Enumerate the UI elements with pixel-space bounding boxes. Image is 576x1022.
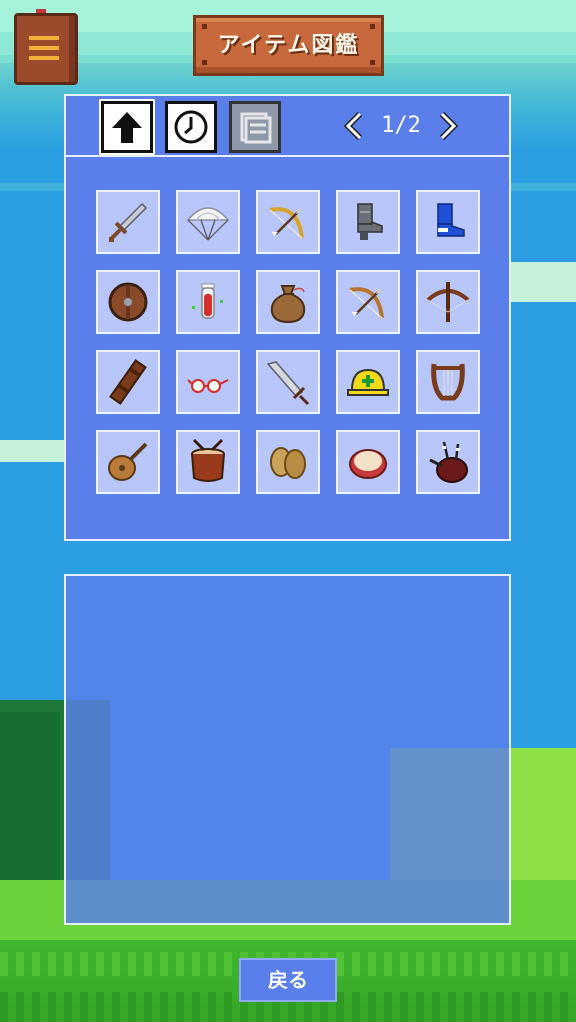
item-slot[interactable] — [176, 270, 240, 334]
glasses-icon — [187, 379, 229, 393]
cymbals-icon — [270, 447, 306, 479]
item-slot[interactable] — [176, 190, 240, 254]
page-title: アイテム図鑑 — [217, 33, 360, 58]
item-slot[interactable] — [96, 270, 160, 334]
lyre-icon — [431, 363, 465, 401]
crossbow-icon — [426, 282, 470, 322]
drum-icon — [191, 438, 225, 482]
sort-recent-button[interactable] — [165, 101, 217, 153]
menu-line — [29, 56, 59, 60]
item-description-panel — [64, 574, 511, 925]
title-sign: アイテム図鑑 — [193, 15, 384, 76]
item-slot[interactable] — [256, 350, 320, 414]
pagination: 1/2 — [341, 104, 461, 148]
round-shield-icon — [108, 282, 148, 322]
forest-background — [0, 712, 60, 900]
item-slot[interactable] — [176, 350, 240, 414]
menu-book-button[interactable] — [14, 9, 80, 87]
sword-icon — [109, 202, 148, 242]
quiver-icon — [109, 359, 147, 405]
item-slot[interactable] — [256, 190, 320, 254]
item-slot[interactable] — [336, 350, 400, 414]
item-slot[interactable] — [416, 190, 480, 254]
item-slot[interactable] — [96, 430, 160, 494]
iron-boot-icon — [357, 203, 383, 240]
item-slot[interactable] — [96, 190, 160, 254]
stack-icon — [240, 112, 272, 144]
cloud — [511, 262, 576, 302]
chevron-left-icon[interactable] — [341, 110, 367, 142]
page-indicator: 1/2 — [381, 113, 421, 138]
item-slot[interactable] — [176, 430, 240, 494]
item-slot[interactable] — [416, 270, 480, 334]
chevron-right-icon[interactable] — [435, 110, 461, 142]
parachute-icon — [186, 207, 230, 241]
item-catalog-panel: 1/2 — [64, 94, 511, 541]
sort-stack-button[interactable] — [229, 101, 281, 153]
item-slot[interactable] — [336, 270, 400, 334]
item-slot[interactable] — [416, 350, 480, 414]
menu-line — [29, 46, 59, 50]
golden-bow-icon — [269, 207, 304, 239]
sort-default-button[interactable] — [99, 99, 155, 155]
cloud — [0, 440, 64, 462]
item-slot[interactable] — [416, 430, 480, 494]
blue-boot-icon — [437, 203, 465, 237]
item-slot[interactable] — [256, 270, 320, 334]
book-menu-icon — [14, 13, 78, 85]
lute-icon — [108, 442, 148, 481]
clock-icon — [174, 110, 208, 144]
sort-up-arrow-icon — [112, 112, 142, 143]
red-potion-icon — [192, 283, 223, 319]
bow-icon — [349, 287, 384, 319]
item-slot[interactable] — [336, 190, 400, 254]
pouch-icon — [270, 285, 306, 324]
menu-line — [29, 36, 59, 40]
bagpipe-icon — [429, 441, 468, 483]
item-slot[interactable] — [336, 430, 400, 494]
hard-hat-icon — [347, 368, 389, 396]
back-button[interactable]: 戻る — [239, 958, 337, 1002]
item-slot[interactable] — [96, 350, 160, 414]
greatsword-icon — [266, 361, 310, 406]
item-slot[interactable] — [256, 430, 320, 494]
panel-divider — [66, 155, 509, 157]
tambourine-icon — [349, 449, 387, 479]
